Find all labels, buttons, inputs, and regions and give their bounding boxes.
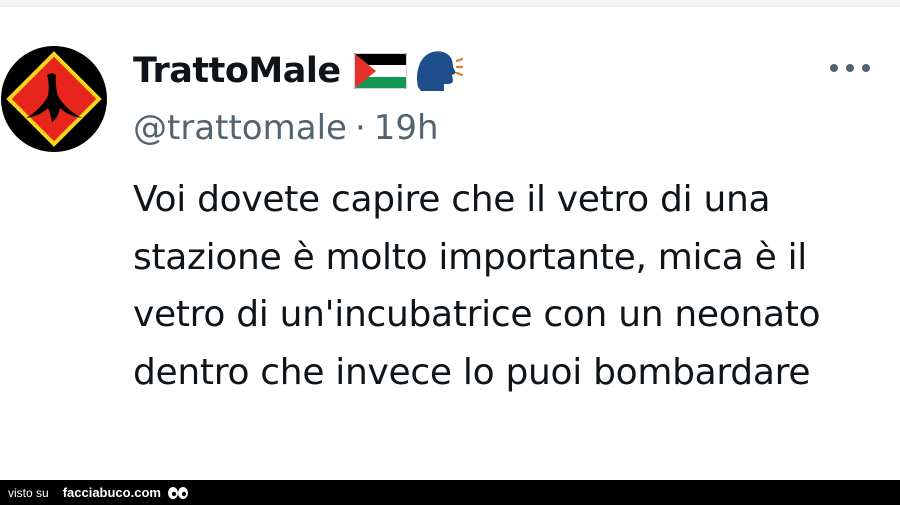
user-handle[interactable]: @trattomale — [133, 108, 347, 148]
tweet-screenshot: TrattoMale @trattomale · 19h Voi dovete ca… — [0, 0, 900, 505]
footer-visto-label: visto su — [8, 485, 49, 500]
palestine-flag-icon — [353, 53, 407, 89]
name-row: TrattoMale — [133, 46, 463, 96]
tweet-header: TrattoMale @trattomale · 19h — [133, 46, 880, 156]
banana-warning-sign-icon — [1, 46, 107, 152]
handle-row: @trattomale · 19h — [133, 108, 439, 148]
top-divider — [0, 0, 900, 7]
eyes-icon — [167, 486, 188, 499]
footer-brand[interactable]: facciabuco.com — [63, 485, 161, 500]
tweet-text: Voi dovete capire che il vetro di una st… — [133, 179, 821, 393]
watermark-footer: visto su facciabuco.com — [0, 480, 900, 505]
more-dots-icon[interactable] — [828, 60, 872, 76]
separator-dot: · — [354, 108, 366, 148]
avatar[interactable] — [0, 40, 108, 158]
display-name[interactable]: TrattoMale — [133, 51, 341, 91]
tweet-time[interactable]: 19h — [374, 108, 439, 148]
speaking-head-icon — [416, 51, 463, 91]
